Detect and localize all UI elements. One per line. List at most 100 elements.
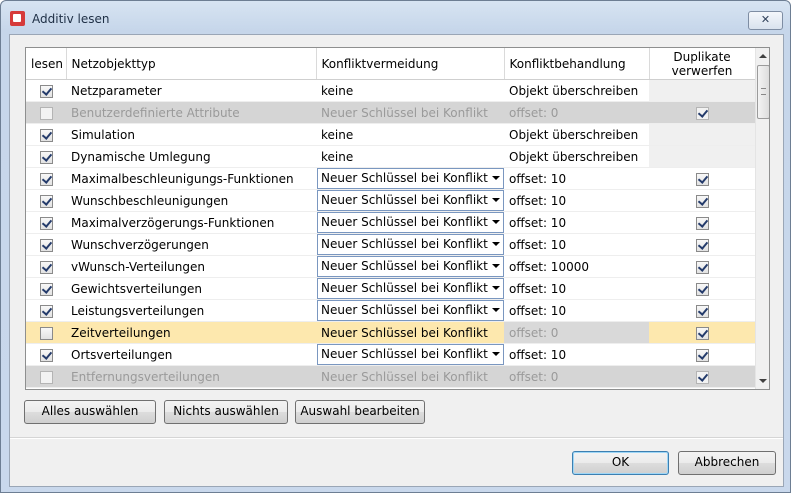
lesen-cell (26, 101, 66, 124)
konfliktbehandlung-cell[interactable]: offset: 0 (504, 365, 649, 388)
dropdown-arrow-icon[interactable] (492, 242, 500, 246)
duplikate-checkbox[interactable] (695, 282, 709, 296)
dropdown-arrow-icon[interactable] (492, 176, 500, 180)
lesen-checkbox[interactable] (39, 128, 53, 142)
cancel-button[interactable]: Abbrechen (678, 451, 776, 475)
konfliktbehandlung-cell[interactable]: offset: 10 (504, 189, 649, 212)
konfliktvermeidung-cell: Neuer Schlüssel bei Konflikt (316, 189, 504, 212)
lesen-checkbox[interactable] (39, 172, 53, 186)
netzobjekttyp-cell: Simulation (66, 123, 316, 146)
konfliktbehandlung-cell[interactable]: offset: 10 (504, 277, 649, 300)
konfliktvermeidung-dropdown[interactable]: Neuer Schlüssel bei Konflikt (317, 278, 504, 299)
lesen-checkbox[interactable] (39, 348, 53, 362)
konfliktvermeidung-dropdown[interactable]: Neuer Schlüssel bei Konflikt (317, 168, 504, 189)
dropdown-arrow-icon[interactable] (492, 264, 500, 268)
konfliktbehandlung-cell[interactable]: offset: 10 (504, 167, 649, 190)
konfliktvermeidung-cell: Neuer Schlüssel bei Konflikt (316, 167, 504, 190)
table-row[interactable]: Maximalbeschleunigungs-Funktionen Neuer S… (26, 167, 755, 190)
dialog-window: Additiv lesen ✕ lesen Netzobjekttyp Konf… (0, 0, 791, 493)
duplikate-cell (649, 101, 755, 124)
duplikate-cell (649, 145, 755, 168)
duplikate-checkbox[interactable] (695, 216, 709, 230)
duplikate-checkbox[interactable] (695, 348, 709, 362)
lesen-checkbox[interactable] (39, 194, 53, 208)
table-row[interactable]: Ortsverteilungen Neuer Schlüssel bei Konf… (26, 343, 755, 366)
lesen-checkbox[interactable] (39, 260, 53, 274)
duplikate-checkbox (695, 106, 709, 120)
scroll-down-arrow-icon[interactable] (756, 375, 769, 387)
lesen-checkbox[interactable] (39, 282, 53, 296)
dropdown-arrow-icon[interactable] (492, 352, 500, 356)
konfliktbehandlung-cell[interactable]: Objekt überschreiben (504, 123, 649, 146)
lesen-cell (26, 211, 66, 234)
konfliktbehandlung-cell[interactable]: offset: 0 (504, 101, 649, 124)
scroll-up-arrow-icon[interactable] (756, 51, 769, 63)
lesen-cell (26, 255, 66, 278)
dropdown-arrow-icon[interactable] (492, 308, 500, 312)
scroll-thumb[interactable] (757, 65, 769, 119)
dropdown-value: Neuer Schlüssel bei Konflikt (321, 171, 488, 185)
dropdown-value: Neuer Schlüssel bei Konflikt (321, 347, 488, 361)
duplikate-cell (649, 189, 755, 212)
lesen-checkbox[interactable] (39, 216, 53, 230)
dropdown-value: Neuer Schlüssel bei Konflikt (321, 281, 488, 295)
lesen-checkbox[interactable] (39, 84, 53, 98)
table-row[interactable]: Maximalverzögerungs-Funktionen Neuer Schl… (26, 211, 755, 234)
konfliktvermeidung-cell: Neuer Schlüssel bei Konflikt (316, 299, 504, 322)
ok-button[interactable]: OK (572, 451, 669, 475)
konfliktbehandlung-cell[interactable]: offset: 0 (504, 321, 649, 344)
table-row[interactable]: Wunschverzögerungen Neuer Schlüssel bei K… (26, 233, 755, 256)
lesen-checkbox[interactable] (39, 304, 53, 318)
lesen-cell (26, 79, 66, 102)
grid-body: Netzparameter keine Objekt überschreiben Be… (26, 79, 755, 388)
duplikate-checkbox[interactable] (695, 172, 709, 186)
edit-selection-button[interactable]: Auswahl bearbeiten (295, 400, 425, 424)
table-row[interactable]: vWunsch-Verteilungen Neuer Schlüssel bei … (26, 255, 755, 278)
header-netzobjekttyp[interactable]: Netzobjekttyp (66, 48, 317, 80)
dropdown-arrow-icon[interactable] (492, 286, 500, 290)
konfliktbehandlung-cell[interactable]: Objekt überschreiben (504, 145, 649, 168)
konfliktvermeidung-dropdown[interactable]: Neuer Schlüssel bei Konflikt (317, 234, 504, 255)
header-lesen[interactable]: lesen (26, 48, 67, 80)
konfliktvermeidung-dropdown[interactable]: Neuer Schlüssel bei Konflikt (317, 344, 504, 365)
duplikate-checkbox[interactable] (695, 326, 709, 340)
dropdown-value: Neuer Schlüssel bei Konflikt (321, 193, 488, 207)
select-none-button[interactable]: Nichts auswählen (164, 400, 288, 424)
table-row[interactable]: Netzparameter keine Objekt überschreiben (26, 79, 755, 102)
header-konfliktvermeidung[interactable]: Konfliktvermeidung (316, 48, 505, 80)
konfliktbehandlung-cell[interactable]: offset: 10 (504, 343, 649, 366)
lesen-checkbox[interactable] (39, 238, 53, 252)
konfliktvermeidung-dropdown[interactable]: Neuer Schlüssel bei Konflikt (317, 190, 504, 211)
table-row[interactable]: Zeitverteilungen Neuer Schlüssel bei Konf… (26, 321, 755, 344)
konfliktbehandlung-cell[interactable]: offset: 10 (504, 233, 649, 256)
konfliktvermeidung-dropdown[interactable]: Neuer Schlüssel bei Konflikt (317, 300, 504, 321)
duplikate-checkbox[interactable] (695, 304, 709, 318)
grid-table: lesen Netzobjekttyp Konfliktvermeidung K… (26, 48, 756, 388)
duplikate-checkbox[interactable] (695, 194, 709, 208)
dropdown-arrow-icon[interactable] (492, 198, 500, 202)
title-bar[interactable]: Additiv lesen ✕ (1, 1, 790, 35)
header-duplikate-verwerfen[interactable]: Duplikate verwerfen (649, 48, 756, 80)
table-row[interactable]: Wunschbeschleunigungen Neuer Schlüssel be… (26, 189, 755, 212)
vertical-scrollbar[interactable] (755, 48, 769, 389)
close-button[interactable]: ✕ (748, 11, 783, 30)
konfliktbehandlung-cell[interactable]: offset: 10 (504, 299, 649, 322)
table-row[interactable]: Benutzerdefinierte Attribute Neuer Schlüs… (26, 101, 755, 124)
konfliktvermeidung-dropdown[interactable]: Neuer Schlüssel bei Konflikt (317, 256, 504, 277)
header-konfliktbehandlung[interactable]: Konfliktbehandlung (504, 48, 650, 80)
konfliktbehandlung-cell[interactable]: offset: 10 (504, 211, 649, 234)
konfliktbehandlung-cell[interactable]: offset: 10000 (504, 255, 649, 278)
konfliktbehandlung-cell[interactable]: Objekt überschreiben (504, 79, 649, 102)
duplikate-checkbox[interactable] (695, 260, 709, 274)
table-row[interactable]: Gewichtsverteilungen Neuer Schlüssel bei … (26, 277, 755, 300)
select-all-button[interactable]: Alles auswählen (24, 400, 156, 424)
table-row[interactable]: Entfernungsverteilungen Neuer Schlüssel b… (26, 365, 755, 388)
table-row[interactable]: Dynamische Umlegung keine Objekt überschre… (26, 145, 755, 168)
lesen-checkbox[interactable] (39, 150, 53, 164)
lesen-checkbox[interactable] (39, 326, 53, 340)
duplikate-checkbox[interactable] (695, 238, 709, 252)
table-row[interactable]: Simulation keine Objekt überschreiben (26, 123, 755, 146)
table-row[interactable]: Leistungsverteilungen Neuer Schlüssel bei… (26, 299, 755, 322)
dropdown-arrow-icon[interactable] (492, 220, 500, 224)
konfliktvermeidung-dropdown[interactable]: Neuer Schlüssel bei Konflikt (317, 212, 504, 233)
